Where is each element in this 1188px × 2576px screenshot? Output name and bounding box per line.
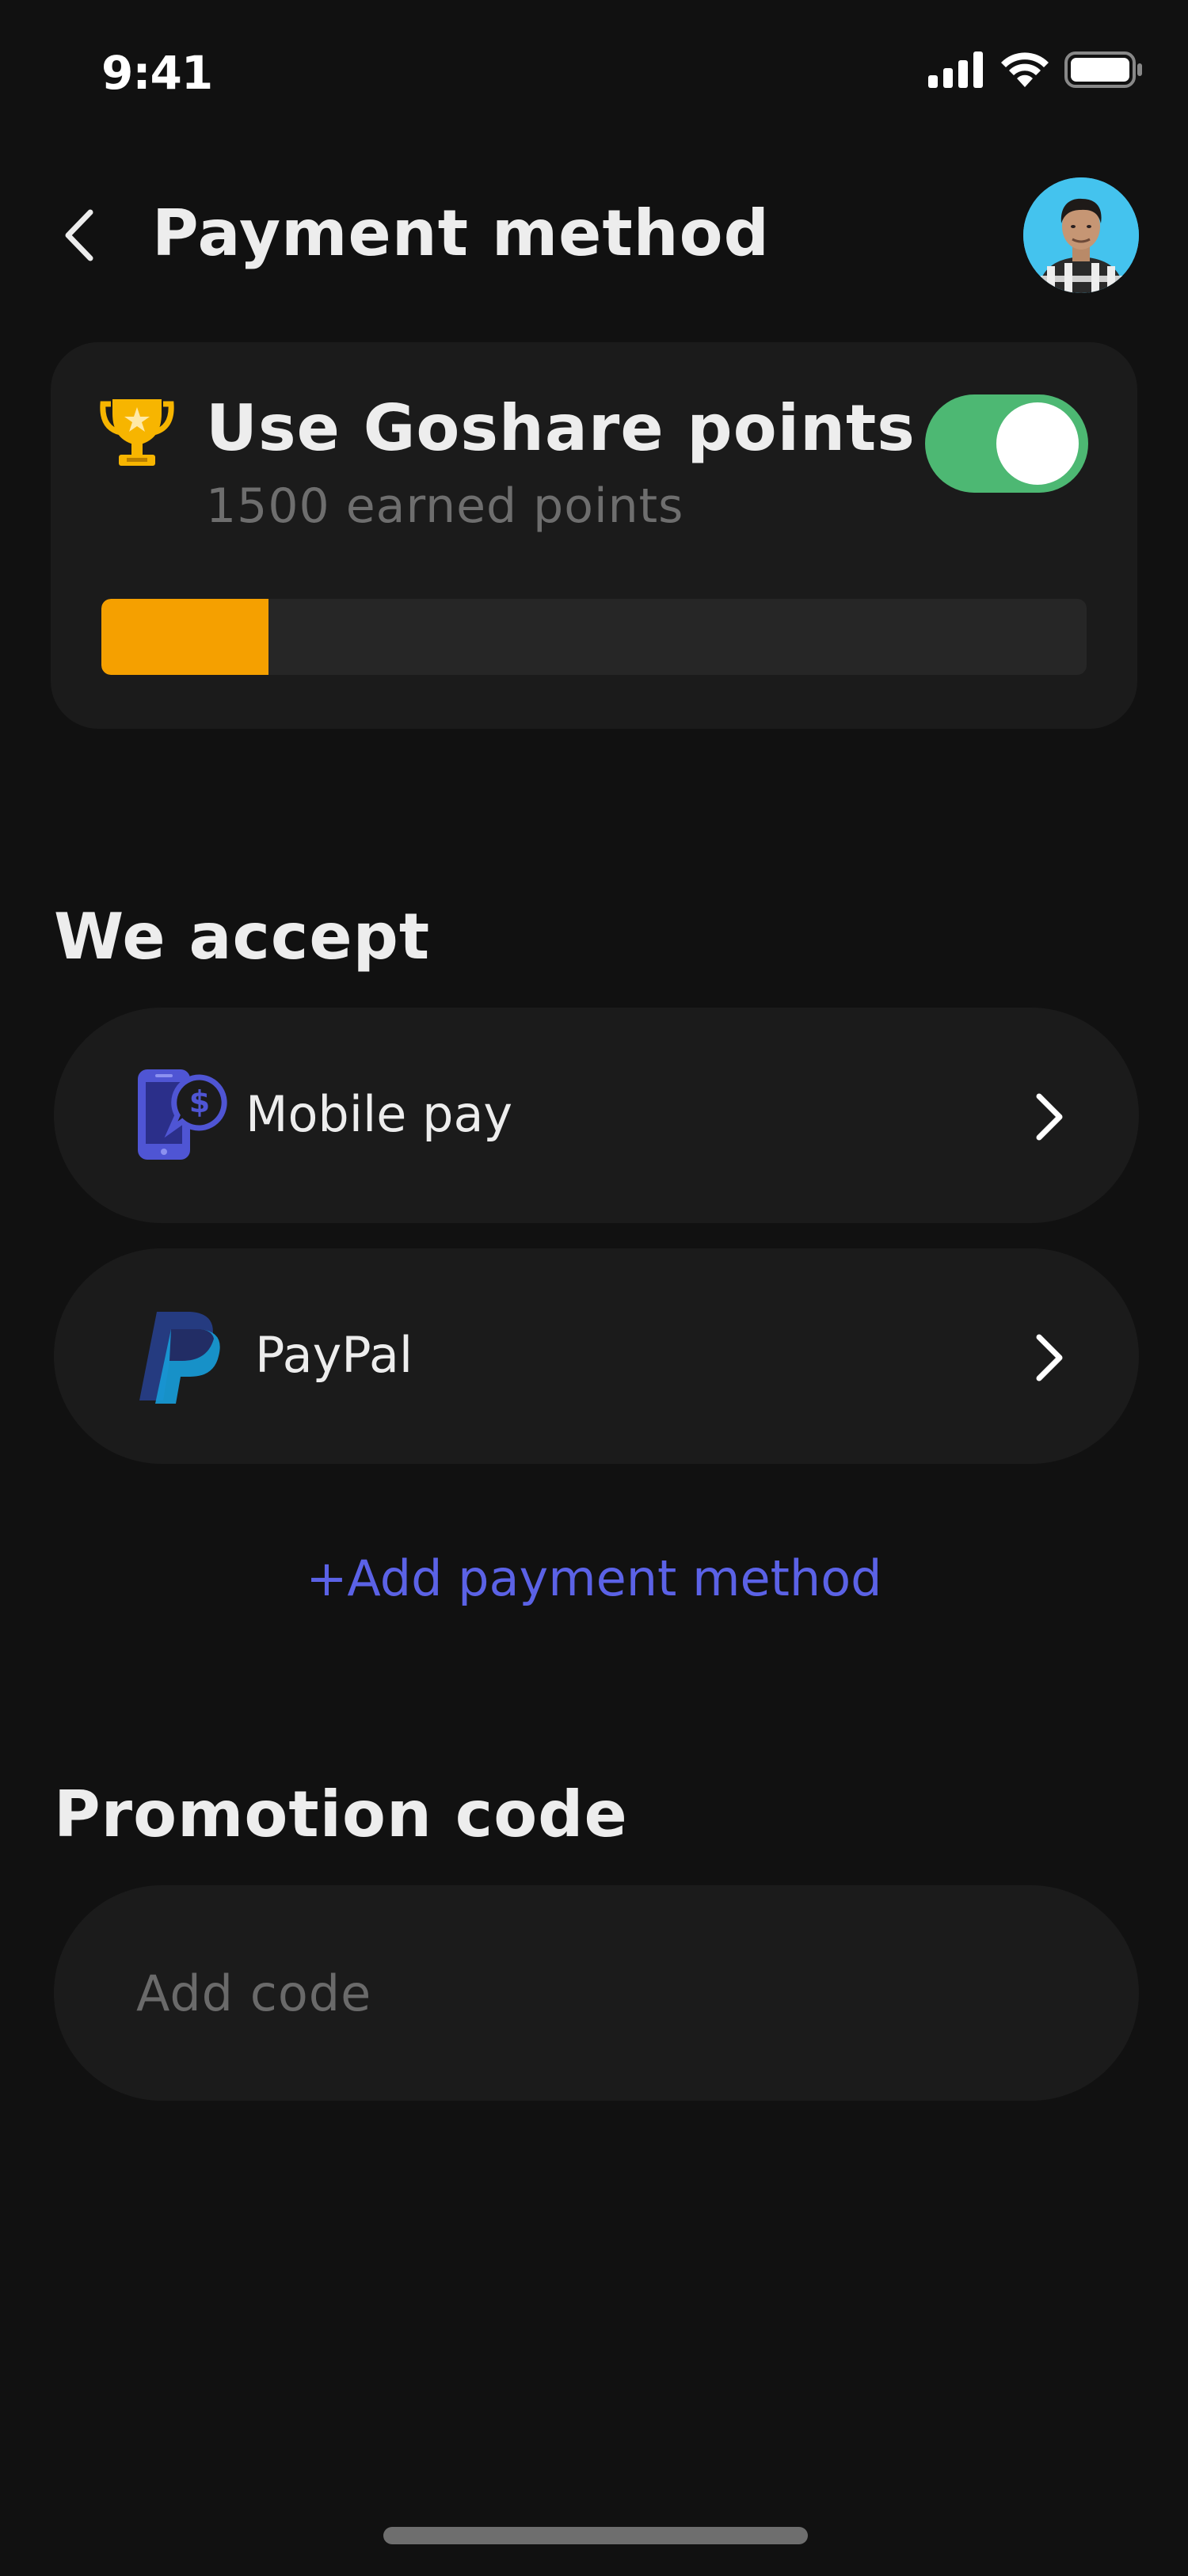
cellular-signal-icon bbox=[928, 51, 983, 88]
promotion-code-input[interactable] bbox=[54, 1885, 1139, 2101]
status-icons bbox=[928, 51, 1144, 89]
back-button[interactable] bbox=[48, 200, 111, 271]
points-progress-bar bbox=[101, 599, 1087, 675]
payment-method-mobile-pay[interactable]: $ Mobile pay bbox=[54, 1008, 1139, 1223]
avatar[interactable] bbox=[1023, 177, 1139, 293]
status-bar: 9:41 bbox=[0, 0, 1188, 151]
points-card: Use Goshare points 1500 earned points bbox=[51, 342, 1137, 729]
mobile-pay-label: Mobile pay bbox=[246, 1085, 513, 1143]
payment-method-paypal[interactable]: PayPal bbox=[54, 1248, 1139, 1464]
battery-icon bbox=[1064, 51, 1142, 88]
wifi-icon bbox=[1001, 52, 1049, 87]
user-photo bbox=[1023, 177, 1139, 293]
paypal-icon bbox=[139, 1312, 220, 1404]
chevron-left-icon bbox=[65, 209, 93, 261]
toggle-knob bbox=[996, 402, 1079, 485]
points-title: Use Goshare points bbox=[206, 391, 916, 465]
we-accept-title: We accept bbox=[54, 900, 431, 974]
points-toggle[interactable] bbox=[925, 394, 1088, 493]
trophy-icon bbox=[100, 399, 174, 466]
points-subtitle: 1500 earned points bbox=[206, 478, 684, 534]
promotion-code-title: Promotion code bbox=[54, 1778, 628, 1851]
header: Payment method bbox=[0, 158, 1188, 317]
paypal-label: PayPal bbox=[255, 1326, 413, 1384]
status-time: 9:41 bbox=[101, 46, 213, 100]
points-progress-fill bbox=[101, 599, 269, 675]
add-payment-method-link[interactable]: +Add payment method bbox=[0, 1549, 1188, 1607]
mobile-pay-icon: $ bbox=[138, 1069, 227, 1160]
chevron-right-icon bbox=[1036, 1334, 1063, 1381]
page-title: Payment method bbox=[152, 196, 770, 270]
chevron-right-icon bbox=[1036, 1093, 1063, 1141]
home-indicator bbox=[383, 2527, 808, 2544]
svg-text:$: $ bbox=[189, 1084, 210, 1119]
